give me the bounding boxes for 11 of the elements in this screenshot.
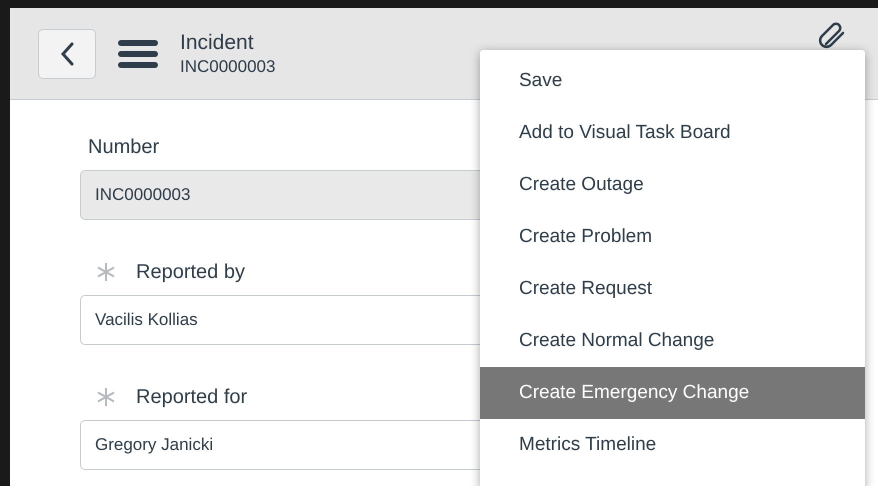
chevron-left-icon: [60, 42, 74, 66]
back-button[interactable]: [38, 28, 96, 78]
field-label: Number: [88, 135, 160, 160]
record-number: INC0000003: [180, 56, 276, 78]
menu-item[interactable]: Add to Visual Task Board: [480, 107, 865, 159]
field-label: Reported by: [136, 260, 245, 285]
menu-item[interactable]: Save: [480, 55, 865, 107]
menu-icon[interactable]: [118, 40, 158, 68]
record-type: Incident: [180, 30, 255, 56]
field-label: Reported for: [136, 385, 248, 410]
menu-item[interactable]: Create Emergency Change: [480, 367, 865, 419]
